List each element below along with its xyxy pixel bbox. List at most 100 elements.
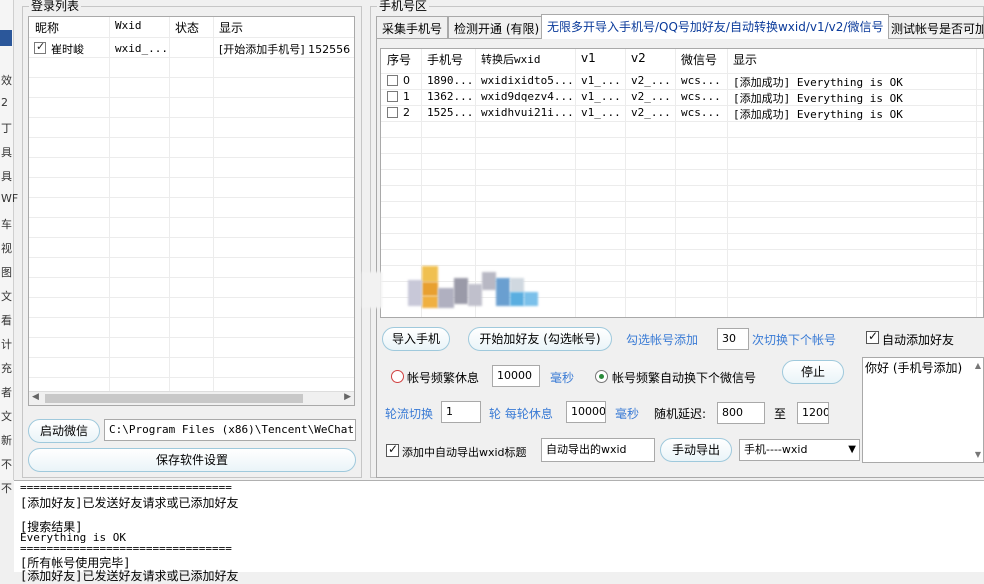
log-panel[interactable]: ================================ [添加好友]已… — [14, 480, 984, 583]
left-strip-char: 车 — [1, 218, 12, 231]
grid-divider — [29, 317, 354, 318]
phone-row-v1: v1_... — [581, 74, 621, 87]
taskbar-fragment — [0, 30, 12, 46]
login-list-table[interactable]: 昵称 Wxid 状态 显示 崔时峻 wxid_... [开始添加手机号] 152… — [28, 16, 355, 406]
stop-button[interactable]: 停止 — [782, 360, 844, 384]
left-edge-strip: 效 2 丁具具 WF 车视图文看计充者文新不不 — [0, 0, 18, 495]
col-phone[interactable]: 手机号 — [427, 51, 463, 68]
phone-row-wxid: wxidhvui21i... — [481, 106, 574, 119]
col-status[interactable]: 状态 — [175, 19, 199, 36]
phone-row-display: [添加成功] Everything is OK — [733, 92, 903, 105]
col-converted-wxid[interactable]: 转换后wxid — [481, 51, 541, 67]
auto-add-checkbox[interactable] — [866, 329, 879, 344]
auto-switch-radio[interactable] — [595, 370, 608, 383]
grid-divider — [29, 157, 354, 158]
start-wechat-button[interactable]: 启动微信 — [28, 419, 100, 443]
scroll-thumb[interactable] — [45, 394, 303, 403]
greeting-textarea[interactable]: 你好 (手机号添加) ▲ ▼ — [862, 357, 984, 463]
tab-multi-import[interactable]: 无限多开导入手机号/QQ号加好友/自动转换wxid/v1/v2/微信号 — [541, 14, 890, 39]
manual-export-button[interactable]: 手动导出 — [660, 438, 732, 462]
log-line: ================================ — [20, 481, 232, 494]
delay-max-field[interactable]: 1200 — [797, 402, 829, 424]
save-settings-button[interactable]: 保存软件设置 — [28, 448, 356, 472]
phone-row-phone: 1525... — [427, 106, 474, 119]
left-strip-char: 计 — [1, 338, 12, 351]
grid-divider — [29, 177, 354, 178]
phone-row-v2: v2_... — [631, 74, 671, 87]
tab-test-account[interactable]: 测试帐号是否可加 — [885, 16, 984, 38]
tab-collect-phone[interactable]: 采集手机号 — [376, 16, 449, 38]
grid-divider — [381, 201, 983, 202]
col-nickname[interactable]: 昵称 — [35, 19, 59, 36]
grid-divider — [29, 57, 354, 58]
grid-divider — [29, 97, 354, 98]
left-strip-char: 效 — [1, 74, 12, 87]
phone-row-wxid: wxid9dqezv4... — [481, 90, 574, 103]
scroll-right-arrow-icon[interactable]: ▶ — [344, 392, 351, 402]
scroll-down-arrow-icon[interactable]: ▼ — [975, 450, 981, 459]
chevron-down-icon[interactable]: ▼ — [848, 440, 856, 460]
grid-divider — [169, 17, 170, 405]
grid-divider — [381, 217, 983, 218]
col-wechat-id[interactable]: 微信号 — [681, 51, 717, 68]
phone-row-wxid: wxidixidto5... — [481, 74, 574, 87]
rest-radio[interactable] — [391, 370, 404, 383]
round-rest-ms-field[interactable]: 10000 — [566, 401, 606, 423]
rotate-label: 轮流切换 — [385, 407, 434, 421]
delay-min-field[interactable]: 800 — [717, 402, 765, 424]
rotate-value-field[interactable]: 1 — [441, 401, 481, 423]
left-strip-char: 2 — [1, 96, 8, 109]
left-strip-char: 视 — [1, 242, 12, 255]
left-strip-char: 文 — [1, 290, 12, 303]
auto-switch-radio-label: 帐号频繁自动换下个微信号 — [612, 371, 757, 385]
auto-export-label: 添加中自动导出wxid标题 — [402, 446, 527, 459]
scroll-up-arrow-icon[interactable]: ▲ — [975, 361, 981, 370]
rest-ms-field[interactable]: 10000 — [492, 365, 540, 387]
phone-row-v1: v1_... — [581, 90, 621, 103]
auto-export-field[interactable]: 自动导出的wxid — [541, 438, 655, 462]
left-strip-char: 不 — [1, 482, 12, 495]
login-row-checkbox[interactable] — [34, 40, 46, 54]
grid-divider — [29, 297, 354, 298]
login-row-wxid: wxid_... — [115, 42, 168, 55]
export-format-select[interactable]: 手机----wxid ▼ — [739, 439, 860, 461]
left-strip-char: 新 — [1, 434, 12, 447]
phone-row-phone: 1362... — [427, 90, 474, 103]
phone-row-checkbox[interactable] — [387, 107, 398, 118]
grid-divider — [213, 17, 214, 405]
login-list-hscrollbar[interactable]: ◀ ▶ — [29, 391, 354, 405]
log-line: [添加好友]已发送好友请求或已添加好友 — [20, 569, 239, 583]
col-display[interactable]: 显示 — [733, 51, 757, 68]
grid-divider — [29, 377, 354, 378]
switch-count-field[interactable]: 30 — [717, 328, 749, 350]
import-phone-button[interactable]: 导入手机 — [382, 327, 450, 351]
col-index[interactable]: 序号 — [387, 51, 411, 68]
left-strip-char: 丁 — [1, 122, 12, 135]
left-strip-char: 图 — [1, 266, 12, 279]
col-v1[interactable]: v1 — [581, 51, 596, 65]
grid-divider — [29, 137, 354, 138]
ms-label-2: 毫秒 — [615, 407, 640, 421]
pixelated-logo-overlay — [362, 262, 582, 314]
col-v2[interactable]: v2 — [631, 51, 646, 65]
phone-row-checkbox[interactable] — [387, 75, 398, 86]
col-wxid[interactable]: Wxid — [115, 19, 142, 32]
log-line: [添加好友]已发送好友请求或已添加好友 — [20, 496, 239, 510]
phone-row-v2: v2_... — [631, 106, 671, 119]
grid-divider — [29, 117, 354, 118]
phone-row-display: [添加成功] Everything is OK — [733, 108, 903, 121]
start-add-friends-button[interactable]: 开始加好友 (勾选帐号) — [468, 327, 612, 351]
grid-divider — [29, 277, 354, 278]
phone-row-checkbox[interactable] — [387, 91, 398, 102]
col-display[interactable]: 显示 — [219, 19, 243, 36]
scroll-left-arrow-icon[interactable]: ◀ — [32, 392, 39, 402]
wechat-path-field[interactable]: C:\Program Files (x86)\Tencent\WeChat — [104, 419, 356, 441]
tab-check-open[interactable]: 检测开通 (有限) — [448, 16, 546, 38]
grid-divider — [29, 217, 354, 218]
grid-divider — [109, 17, 110, 405]
phone-row-v2: v2_... — [631, 90, 671, 103]
grid-divider — [29, 197, 354, 198]
login-row-nickname: 崔时峻 — [51, 43, 84, 56]
grid-divider — [381, 233, 983, 234]
auto-export-checkbox[interactable] — [386, 442, 399, 457]
